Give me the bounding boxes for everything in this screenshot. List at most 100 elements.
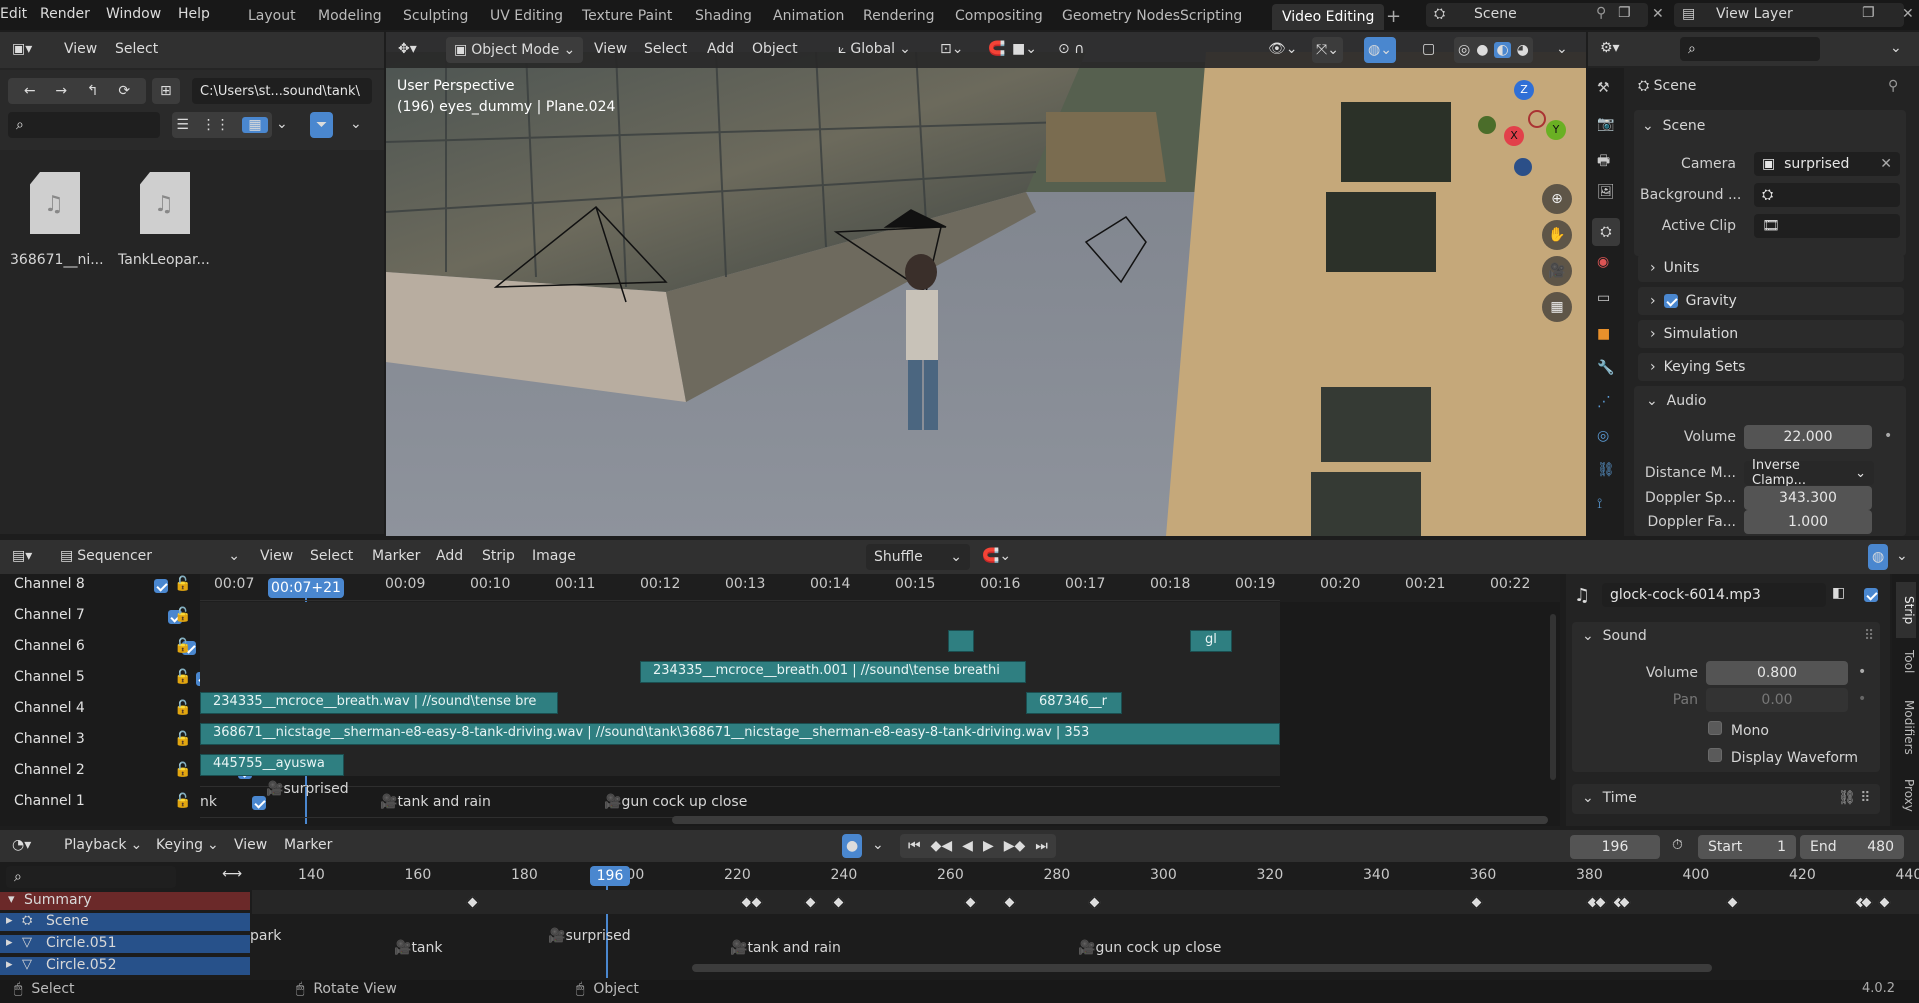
scene-panel-header[interactable]: ⌄ Scene: [1642, 118, 1705, 134]
start-frame-field[interactable]: Start 1: [1698, 835, 1796, 859]
render-tab-icon[interactable]: 📷: [1597, 116, 1614, 132]
pan-hand-icon[interactable]: ✋: [1542, 220, 1572, 250]
audio-file-icon[interactable]: ♫: [30, 172, 80, 234]
time-lock-icon[interactable]: ⛓ ⠿: [1838, 790, 1870, 806]
output-tab-icon[interactable]: 🖶: [1597, 150, 1610, 174]
simulation-panel[interactable]: › Simulation: [1638, 320, 1904, 348]
menu-help[interactable]: Help: [178, 6, 210, 22]
units-panel[interactable]: › Units: [1638, 254, 1904, 282]
channel-label[interactable]: Channel 8: [14, 576, 85, 592]
pan-keyframe-icon[interactable]: •: [1858, 691, 1866, 707]
seq-overlay-icon[interactable]: ◍: [1868, 544, 1889, 570]
wireframe-icon[interactable]: ◎: [1458, 42, 1470, 58]
snap-target-icon[interactable]: ■⌄: [1012, 41, 1037, 57]
seq-menu-select[interactable]: Select: [310, 548, 353, 564]
channel-lock-icon[interactable]: 🔓: [174, 793, 191, 809]
pin-icon[interactable]: ⚲: [1596, 5, 1606, 21]
strip-channel6-a[interactable]: [948, 630, 974, 652]
fb-display-modes[interactable]: ☰ ⋮⋮ ▦: [172, 112, 272, 138]
mono-option[interactable]: Mono: [1708, 721, 1769, 739]
tab-geometry-nodes[interactable]: Geometry Nodes: [1062, 8, 1180, 24]
new-scene-icon[interactable]: ❐: [1618, 5, 1631, 21]
tab-sculpting[interactable]: Sculpting: [403, 8, 468, 24]
fb-path-field[interactable]: C:\Users\st...sound\tank\: [192, 78, 372, 104]
circle051-row[interactable]: ▸ ▽ Circle.051: [0, 935, 250, 953]
audio-file-icon-2[interactable]: ♫: [140, 172, 190, 234]
modifier-tab-icon[interactable]: 🔧: [1597, 360, 1614, 376]
strip-687346[interactable]: 687346__r: [1026, 692, 1122, 714]
new-folder-icon[interactable]: ⊞: [152, 78, 180, 104]
use-preview-range-icon[interactable]: ⏱: [1672, 837, 1683, 853]
tl-marker-gun-cock[interactable]: 🎥gun cock up close: [1078, 940, 1221, 956]
drag-handle-icon[interactable]: ⠿: [1864, 628, 1874, 644]
view-layer-tab-icon[interactable]: 🖼: [1597, 184, 1615, 200]
tab-texture-paint[interactable]: Texture Paint: [582, 8, 672, 24]
list-vertical-icon[interactable]: ☰: [176, 117, 189, 133]
new-view-layer-icon[interactable]: ❐: [1862, 5, 1875, 21]
axis-neg-x[interactable]: [1528, 110, 1546, 128]
scene-expand-icon[interactable]: ▸: [6, 913, 13, 928]
material-preview-icon[interactable]: ◐: [1494, 42, 1511, 58]
add-workspace-icon[interactable]: +: [1386, 6, 1401, 27]
axis-neg-y[interactable]: [1478, 116, 1496, 134]
parent-icon[interactable]: ↰: [87, 83, 99, 99]
channel-lock-icon[interactable]: 🔓: [174, 762, 191, 778]
waveform-checkbox[interactable]: [1708, 748, 1722, 762]
seq-marker-surprised[interactable]: 🎥surprised: [266, 781, 349, 797]
tool-tab-icon[interactable]: ⚒: [1597, 80, 1610, 96]
channel-label[interactable]: Channel 3: [14, 731, 85, 747]
gravity-checkbox[interactable]: [1663, 294, 1678, 308]
tl-menu-keying[interactable]: Keying ⌄: [156, 837, 219, 853]
clear-camera-icon[interactable]: ✕: [1880, 156, 1892, 172]
remove-view-layer-icon[interactable]: ✕: [1902, 6, 1914, 22]
tl-marker-tank-and-rain[interactable]: 🎥tank and rain: [730, 940, 841, 956]
strip-breath-001[interactable]: 234335__mcroce__breath.001 | //sound\ten…: [640, 661, 1026, 683]
timeline-editor-type-icon[interactable]: ◔▾: [12, 837, 31, 853]
circle051-expand-icon[interactable]: ▸: [6, 935, 13, 950]
prev-keyframe-icon[interactable]: ◆◀: [931, 838, 953, 854]
vp-menu-select[interactable]: Select: [644, 41, 687, 57]
tab-layout[interactable]: Layout: [248, 8, 296, 24]
props-search-input[interactable]: ⌕: [1680, 37, 1820, 61]
audio-volume-field[interactable]: 22.000: [1744, 425, 1872, 449]
thumbnail-icon[interactable]: ▦: [242, 117, 268, 133]
circle052-row[interactable]: ▸ ▽ Circle.052: [0, 957, 250, 975]
current-time-indicator[interactable]: 00:07+21: [268, 578, 344, 598]
tl-menu-view[interactable]: View: [234, 837, 267, 853]
axis-y[interactable]: Y: [1546, 120, 1566, 140]
object-tab-icon[interactable]: ■: [1597, 326, 1610, 342]
tab-modifiers[interactable]: Modifiers: [1896, 688, 1916, 766]
time-panel-header[interactable]: ⌄ Time: [1582, 790, 1637, 806]
channel-lock-icon[interactable]: 🔓: [174, 638, 191, 654]
props-pin-icon[interactable]: ⚲: [1888, 78, 1898, 94]
vp-menu-object[interactable]: Object: [752, 41, 798, 57]
forward-icon[interactable]: →: [55, 83, 67, 99]
gizmo-toggle-icon[interactable]: ⤧⌄: [1312, 37, 1343, 63]
strip-enabled-checkbox[interactable]: [1864, 588, 1878, 606]
seq-marker-nk[interactable]: nk: [200, 794, 217, 810]
tab-modeling[interactable]: Modeling: [318, 8, 382, 24]
strip-volume-field[interactable]: 0.800: [1706, 661, 1848, 685]
list-horizontal-icon[interactable]: ⋮⋮: [202, 117, 230, 133]
rendered-icon[interactable]: ◕: [1517, 42, 1529, 58]
perspective-grid-icon[interactable]: ▦: [1542, 292, 1572, 322]
file-name-2[interactable]: TankLeopar...: [118, 252, 210, 268]
shading-modes[interactable]: ◎ ● ◐ ◕: [1454, 37, 1533, 63]
menu-render[interactable]: Render: [40, 6, 90, 22]
sequencer-view-type[interactable]: ▤ Sequencer ⌄: [60, 548, 240, 564]
fb-menu-view[interactable]: View: [64, 41, 97, 57]
playback-controls[interactable]: ⏮ ◆◀ ◀ ▶ ▶◆ ⏭: [900, 834, 1056, 858]
strip-tank-driving[interactable]: 368671__nicstage__sherman-e8-easy-8-tank…: [200, 723, 1280, 745]
channel-mute-checkbox[interactable]: [154, 579, 168, 593]
xray-icon[interactable]: ▢: [1422, 41, 1435, 57]
seq-menu-view[interactable]: View: [260, 548, 293, 564]
seq-horizontal-scrollbar[interactable]: [672, 816, 1548, 824]
back-icon[interactable]: ←: [24, 83, 36, 99]
tl-marker-surprised[interactable]: 🎥surprised: [548, 928, 631, 944]
channel-lock-icon[interactable]: 🔓: [174, 576, 191, 592]
data-tab-icon[interactable]: ⟟: [1597, 496, 1602, 512]
viewport-editor-type-icon[interactable]: ✥▾: [398, 41, 417, 57]
proportional-edit-icon[interactable]: ⊙ ∩: [1058, 41, 1084, 57]
display-dropdown-icon[interactable]: ⌄: [276, 116, 288, 132]
sound-panel-header[interactable]: ⌄ Sound: [1582, 628, 1647, 644]
